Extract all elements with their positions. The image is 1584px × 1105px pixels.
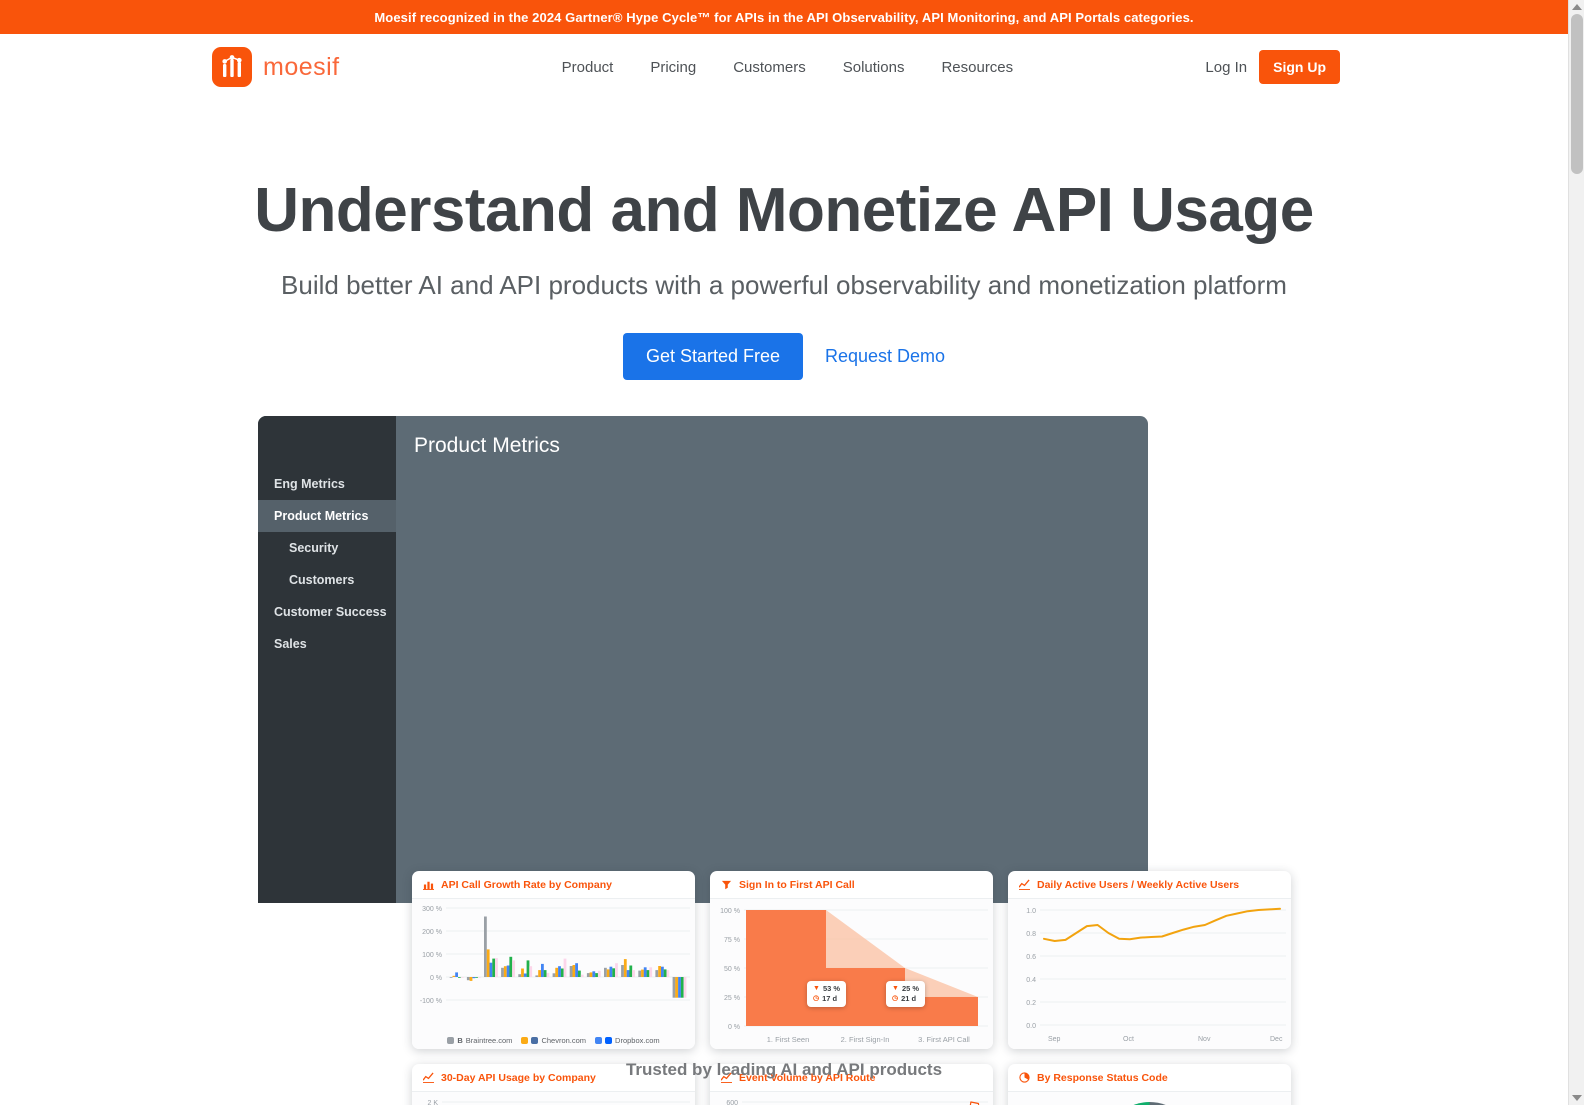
sidebar-item-eng-metrics[interactable]: Eng Metrics [258,468,396,500]
y-tick: 600 [726,1100,738,1105]
nav-item-solutions[interactable]: Solutions [843,59,905,76]
announcement-text: Moesif recognized in the 2024 Gartner® H… [374,9,1194,25]
x-tick: 2. First Sign-In [841,1035,890,1044]
request-demo-link[interactable]: Request Demo [825,346,945,367]
y-tick: 0.2 [1026,1000,1036,1007]
y-tick: 200 % [422,929,442,936]
scroll-down-arrow[interactable] [1572,1095,1582,1101]
y-tick: 100 % [422,952,442,959]
card-sign-in-to-first-api-call[interactable]: Sign In to First API Call 100 % 75 % 50 … [710,870,993,1049]
scroll-up-arrow[interactable] [1572,4,1582,10]
moesif-logo-icon [212,47,252,87]
sidebar-item-product-metrics[interactable]: Product Metrics [258,499,396,532]
legend-item: Dropbox.com [595,1036,660,1045]
y-tick: 75 % [724,937,740,944]
card-daily-weekly-active-users[interactable]: Daily Active Users / Weekly Active Users… [1008,870,1291,1049]
login-link[interactable]: Log In [1205,59,1247,76]
dashboard-title: Product Metrics [414,433,560,457]
chart-status: ... 24% 401 10% 400 13% 204 15% [1008,1091,1291,1105]
y-tick: -100 % [420,998,442,1005]
announcement-bar: Moesif recognized in the 2024 Gartner® H… [0,0,1568,34]
nav-item-product[interactable]: Product [562,59,614,76]
growth-bar-chart: 300 % 200 % 100 % 0 % -100 % [420,906,690,1005]
card-title: Daily Active Users / Weekly Active Users [1037,878,1240,891]
usage-line-chart: 2 K 1 K 0 Sep Oct Nov Dec [427,1100,690,1105]
hero-subheadline: Build better AI and API products with a … [281,269,1287,300]
card-header: Daily Active Users / Weekly Active Users [1008,871,1291,899]
legend-item: Chevron.com [521,1036,586,1045]
nav-item-pricing[interactable]: Pricing [650,59,696,76]
card-api-call-growth-rate[interactable]: API Call Growth Rate by Company 300 % 20… [412,870,695,1049]
y-tick: 2 K [427,1100,438,1105]
nav-item-resources[interactable]: Resources [941,59,1013,76]
hero-headline: Understand and Monetize API Usage [254,176,1314,245]
y-tick: 300 % [422,906,442,913]
signup-button[interactable]: Sign Up [1259,50,1340,84]
event-volume-chart: 600 450 300 150 0 Sep Oct Nov Dec [726,1100,988,1105]
y-tick: 0.8 [1026,931,1036,938]
x-tick: Nov [1198,1036,1211,1043]
funnel-dropoff-tooltip-1: ▼ 53 % ◷ 17 d [807,980,847,1008]
legend-item: B Braintree.com [447,1036,512,1045]
y-tick: 0.4 [1026,977,1036,984]
y-tick: 0 % [728,1024,740,1031]
y-tick: 0.6 [1026,954,1036,961]
x-tick: 3. First API Call [918,1035,970,1044]
y-tick: 25 % [724,995,740,1002]
dashboard-main: Product Metrics [396,416,1148,903]
get-started-free-button[interactable]: Get Started Free [622,332,803,380]
chart-usage: 2 K 1 K 0 Sep Oct Nov Dec Quota SanDisk.… [412,1091,695,1105]
growth-legend: BBraintree.com Chevron.com Dropbox.com L… [412,1034,695,1049]
page-scrollbar[interactable] [1568,0,1584,1105]
brand-logo[interactable]: moesif [212,47,340,87]
dashboard-sidebar: Eng Metrics Product Metrics Security Cus… [258,415,396,903]
dashboard-frame: Eng Metrics Product Metrics Security Cus… [258,415,1148,903]
chart-growth: 300 % 200 % 100 % 0 % -100 % B Braintree.… [412,898,695,1049]
sidebar-item-customers[interactable]: Customers [258,564,396,596]
scrollbar-thumb[interactable] [1571,14,1583,174]
funnel-icon [721,879,732,890]
main-navbar: moesif Product Pricing Customers Solutio… [0,34,1568,100]
card-title: API Call Growth Rate by Company [441,878,612,891]
y-tick: 0.0 [1026,1023,1036,1030]
dashboard-screenshot: Eng Metrics Product Metrics Security Cus… [0,415,1568,1105]
x-tick: Dec [1270,1036,1283,1043]
sidebar-item-customer-success[interactable]: Customer Success [258,596,396,628]
chart-dau: 1.0 0.8 0.6 0.4 0.2 0.0 Sep Oct Nov Dec [1008,898,1291,1049]
sidebar-item-sales[interactable]: Sales [258,628,396,660]
x-tick: Oct [1123,1036,1134,1043]
hero-section: Understand and Monetize API Usage Build … [0,100,1568,380]
nav-actions: Log In Sign Up [1205,50,1340,84]
funnel-chart: 100 % 75 % 50 % 25 % 0 % 1. First Seen 2… [720,908,988,1044]
trusted-by-text: Trusted by leading AI and API products [625,1060,943,1079]
y-tick: 100 % [720,908,740,915]
nav-item-customers[interactable]: Customers [733,59,806,76]
brand-name: moesif [263,52,340,81]
card-title: Sign In to First API Call [739,878,855,891]
hero-cta-row: Get Started Free Request Demo [0,332,1568,380]
status-pie-chart [1133,1101,1166,1105]
chart-events: 600 450 300 150 0 Sep Oct Nov Dec [710,1091,993,1105]
funnel-dropoff-tooltip-2: ▼ 25 % ◷ 21 d [886,980,926,1008]
x-tick: 1. First Seen [767,1035,810,1044]
x-tick: Sep [1048,1036,1061,1043]
card-header: Sign In to First API Call [710,871,993,899]
y-tick: 50 % [724,966,740,973]
card-header: API Call Growth Rate by Company [412,871,695,899]
y-tick: 0 % [430,975,442,982]
y-tick: 1.0 [1026,908,1036,915]
chart-funnel: 100 % 75 % 50 % 25 % 0 % 1. First Seen 2… [710,898,993,1049]
dau-wau-line-chart: 1.0 0.8 0.6 0.4 0.2 0.0 Sep Oct Nov Dec [1026,907,1286,1043]
bar-chart-icon [423,879,434,891]
line-chart-icon [1019,879,1030,891]
sidebar-item-security[interactable]: Security [258,532,396,564]
nav-links: Product Pricing Customers Solutions Reso… [562,59,1014,76]
